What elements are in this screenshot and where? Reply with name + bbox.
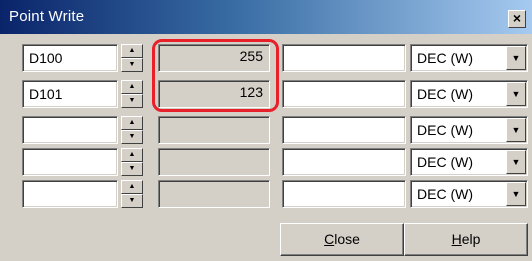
window-title: Point Write bbox=[9, 8, 85, 25]
up-arrow-icon[interactable]: ▲ bbox=[121, 116, 143, 130]
format-select-value: DEC (W) bbox=[417, 86, 473, 102]
address-spinner-row-5[interactable]: ▲ ▼ bbox=[121, 180, 143, 208]
close-button-label: lose bbox=[334, 231, 360, 247]
current-value-row-3 bbox=[158, 116, 270, 144]
help-button-accel: H bbox=[451, 231, 462, 247]
up-arrow-icon[interactable]: ▲ bbox=[121, 180, 143, 194]
down-arrow-icon[interactable]: ▼ bbox=[121, 58, 143, 72]
address-spinner-row-4[interactable]: ▲ ▼ bbox=[121, 148, 143, 176]
dropdown-arrow-icon[interactable]: ▼ bbox=[506, 118, 526, 142]
down-arrow-icon[interactable]: ▼ bbox=[121, 94, 143, 108]
format-select-value: DEC (W) bbox=[417, 154, 473, 170]
dropdown-arrow-icon[interactable]: ▼ bbox=[506, 150, 526, 174]
format-select-value: DEC (W) bbox=[417, 122, 473, 138]
address-input-row-3[interactable] bbox=[22, 116, 118, 144]
format-select-value: DEC (W) bbox=[417, 186, 473, 202]
address-spinner-row-2[interactable]: ▲ ▼ bbox=[121, 80, 143, 108]
point-write-dialog: Point Write × D100 ▲ ▼ 255 DEC (W) ▼ D10… bbox=[0, 0, 532, 261]
write-value-input-row-1[interactable] bbox=[282, 44, 406, 72]
format-select-row-2[interactable]: DEC (W) ▼ bbox=[410, 80, 528, 108]
current-value-row-2: 123 bbox=[158, 80, 270, 108]
help-button-label: elp bbox=[461, 231, 481, 247]
current-value-row-5 bbox=[158, 180, 270, 208]
write-value-input-row-3[interactable] bbox=[282, 116, 406, 144]
format-select-row-1[interactable]: DEC (W) ▼ bbox=[410, 44, 528, 72]
dropdown-arrow-icon[interactable]: ▼ bbox=[506, 46, 526, 70]
address-input-row-4[interactable] bbox=[22, 148, 118, 176]
address-input-row-5[interactable] bbox=[22, 180, 118, 208]
down-arrow-icon[interactable]: ▼ bbox=[121, 194, 143, 208]
up-arrow-icon[interactable]: ▲ bbox=[121, 44, 143, 58]
close-button[interactable]: Close bbox=[280, 223, 404, 256]
current-value-row-1: 255 bbox=[158, 44, 270, 72]
format-select-row-3[interactable]: DEC (W) ▼ bbox=[410, 116, 528, 144]
address-spinner-row-1[interactable]: ▲ ▼ bbox=[121, 44, 143, 72]
write-value-input-row-4[interactable] bbox=[282, 148, 406, 176]
down-arrow-icon[interactable]: ▼ bbox=[121, 162, 143, 176]
close-window-button[interactable]: × bbox=[508, 10, 526, 28]
close-icon: × bbox=[512, 10, 522, 26]
format-select-value: DEC (W) bbox=[417, 50, 473, 66]
close-button-accel: C bbox=[324, 231, 335, 247]
address-spinner-row-3[interactable]: ▲ ▼ bbox=[121, 116, 143, 144]
dropdown-arrow-icon[interactable]: ▼ bbox=[506, 182, 526, 206]
address-input-row-1[interactable]: D100 bbox=[22, 44, 118, 72]
write-value-input-row-5[interactable] bbox=[282, 180, 406, 208]
down-arrow-icon[interactable]: ▼ bbox=[121, 130, 143, 144]
up-arrow-icon[interactable]: ▲ bbox=[121, 80, 143, 94]
address-input-row-2[interactable]: D101 bbox=[22, 80, 118, 108]
write-value-input-row-2[interactable] bbox=[282, 80, 406, 108]
format-select-row-4[interactable]: DEC (W) ▼ bbox=[410, 148, 528, 176]
dropdown-arrow-icon[interactable]: ▼ bbox=[506, 82, 526, 106]
help-button[interactable]: Help bbox=[404, 223, 528, 256]
format-select-row-5[interactable]: DEC (W) ▼ bbox=[410, 180, 528, 208]
current-value-row-4 bbox=[158, 148, 270, 176]
title-bar: Point Write × bbox=[0, 0, 532, 34]
up-arrow-icon[interactable]: ▲ bbox=[121, 148, 143, 162]
